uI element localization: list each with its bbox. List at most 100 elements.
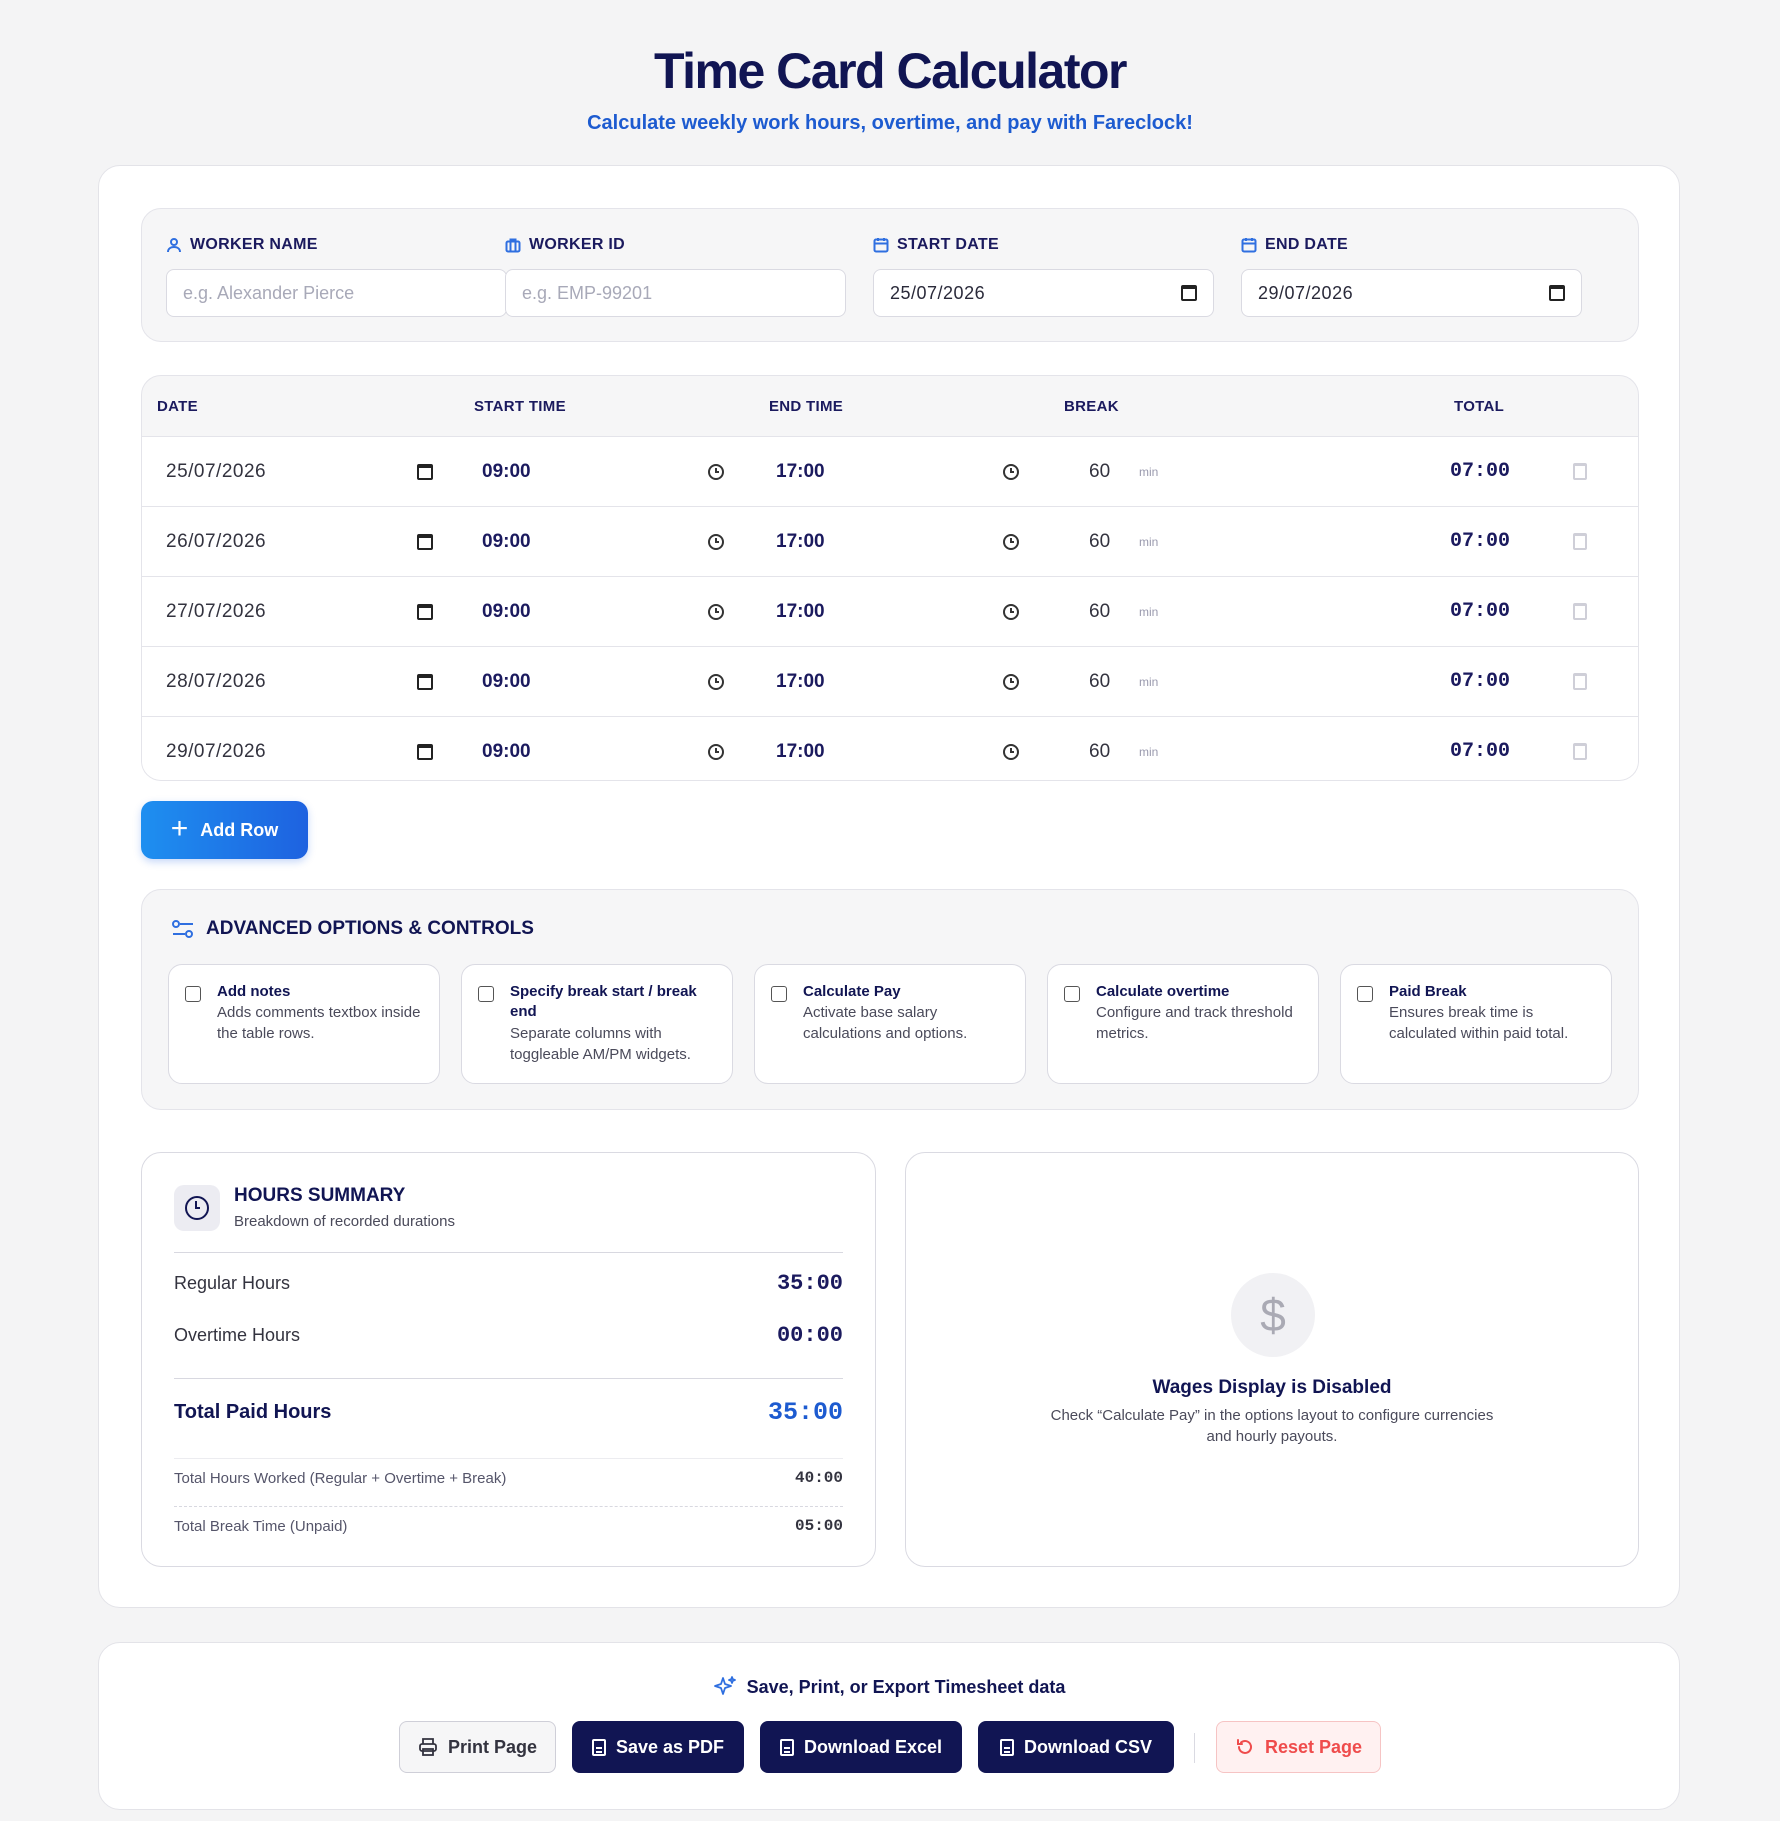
col-total: TOTAL bbox=[1454, 397, 1505, 415]
start-time-input[interactable]: 09:00 bbox=[482, 577, 531, 646]
end-time-input[interactable]: 17:00 bbox=[776, 577, 825, 646]
calendar-icon-cell[interactable] bbox=[417, 507, 433, 576]
sparkles-icon bbox=[713, 1676, 736, 1695]
clock-icon-cell[interactable] bbox=[708, 647, 724, 716]
clock-icon-cell[interactable] bbox=[1003, 437, 1019, 506]
end-time-input[interactable]: 17:00 bbox=[776, 437, 825, 506]
start-time-input[interactable]: 09:00 bbox=[482, 507, 531, 576]
trash-icon[interactable] bbox=[1573, 603, 1587, 620]
summary-icon-box bbox=[174, 1185, 220, 1231]
clock-icon[interactable] bbox=[708, 533, 724, 550]
option-card[interactable]: Calculate Pay Activate base salary calcul… bbox=[754, 964, 1026, 1084]
delete-row-button[interactable] bbox=[1573, 647, 1587, 716]
calendar-icon-cell[interactable] bbox=[417, 717, 433, 780]
delete-row-button[interactable] bbox=[1573, 507, 1587, 576]
clock-icon-cell[interactable] bbox=[1003, 717, 1019, 780]
total-paid-value: 35:00 bbox=[767, 1398, 843, 1427]
break-input[interactable]: 60 bbox=[1089, 577, 1110, 646]
download-excel-button[interactable]: Download Excel bbox=[760, 1721, 962, 1773]
worker-name-field: WORKER NAME e.g. Alexander Pierce bbox=[166, 235, 507, 317]
time-entries-table: DATE START TIME END TIME BREAK TOTAL 25/… bbox=[141, 375, 1639, 781]
calendar-picker-icon[interactable] bbox=[1549, 285, 1565, 301]
delete-row-button[interactable] bbox=[1573, 577, 1587, 646]
clock-icon-cell[interactable] bbox=[708, 577, 724, 646]
calendar-picker-icon[interactable] bbox=[1181, 285, 1197, 301]
calendar-icon-cell[interactable] bbox=[417, 577, 433, 646]
calendar-icon[interactable] bbox=[417, 463, 433, 480]
calendar-icon-cell[interactable] bbox=[417, 437, 433, 506]
clock-icon[interactable] bbox=[1003, 603, 1019, 620]
download-csv-button[interactable]: Download CSV bbox=[978, 1721, 1174, 1773]
clock-icon-cell[interactable] bbox=[1003, 577, 1019, 646]
table-row: 27/07/2026 09:00 17:00 60 min 07:00 bbox=[142, 577, 1638, 647]
clock-icon[interactable] bbox=[1003, 743, 1019, 760]
option-checkbox[interactable] bbox=[1064, 986, 1080, 1002]
advanced-options-title: ADVANCED OPTIONS & CONTROLS bbox=[206, 918, 534, 939]
date-input[interactable]: 25/07/2026 bbox=[166, 437, 266, 506]
clock-icon-cell[interactable] bbox=[708, 507, 724, 576]
start-date-input[interactable]: 25/07/2026 bbox=[873, 269, 1214, 317]
option-title: Calculate overtime bbox=[1096, 983, 1230, 1000]
calendar-icon[interactable] bbox=[417, 603, 433, 620]
trash-icon[interactable] bbox=[1573, 533, 1587, 550]
option-card[interactable]: Paid Break Ensures break time is calculat… bbox=[1340, 964, 1612, 1084]
wages-description: Check “Calculate Pay” in the options lay… bbox=[1050, 1407, 1494, 1445]
break-input[interactable]: 60 bbox=[1089, 507, 1110, 576]
save-pdf-button[interactable]: Save as PDF bbox=[572, 1721, 744, 1773]
clock-icon-cell[interactable] bbox=[708, 437, 724, 506]
end-time-input[interactable]: 17:00 bbox=[776, 647, 825, 716]
calendar-icon-cell[interactable] bbox=[417, 647, 433, 716]
clock-icon-cell[interactable] bbox=[1003, 647, 1019, 716]
divider bbox=[174, 1506, 843, 1507]
calendar-icon[interactable] bbox=[417, 673, 433, 690]
export-heading: Save, Print, or Export Timesheet data bbox=[746, 1676, 1066, 1697]
clock-icon[interactable] bbox=[708, 463, 724, 480]
start-time-input[interactable]: 09:00 bbox=[482, 717, 531, 780]
add-row-button[interactable]: + Add Row bbox=[141, 801, 308, 859]
clock-icon-cell[interactable] bbox=[708, 717, 724, 780]
reset-page-button[interactable]: Reset Page bbox=[1216, 1721, 1381, 1773]
reset-page-label: Reset Page bbox=[1264, 1736, 1363, 1757]
start-time-input[interactable]: 09:00 bbox=[482, 647, 531, 716]
clock-icon[interactable] bbox=[1003, 463, 1019, 480]
end-time-input[interactable]: 17:00 bbox=[776, 507, 825, 576]
clock-icon-cell[interactable] bbox=[1003, 507, 1019, 576]
date-input[interactable]: 28/07/2026 bbox=[166, 647, 266, 716]
start-time-input[interactable]: 09:00 bbox=[482, 437, 531, 506]
break-unit: min bbox=[1139, 744, 1159, 759]
date-input[interactable]: 29/07/2026 bbox=[166, 717, 266, 780]
calendar-icon[interactable] bbox=[417, 743, 433, 760]
worker-id-input[interactable]: e.g. EMP-99201 bbox=[505, 269, 846, 317]
break-input[interactable]: 60 bbox=[1089, 437, 1110, 506]
print-page-button[interactable]: Print Page bbox=[399, 1721, 556, 1773]
break-unit: min bbox=[1139, 674, 1159, 689]
hours-worked-label: Total Hours Worked (Regular + Overtime +… bbox=[174, 1469, 507, 1487]
delete-row-button[interactable] bbox=[1573, 717, 1587, 780]
option-card[interactable]: Add notes Adds comments textbox inside th… bbox=[168, 964, 440, 1084]
clock-icon[interactable] bbox=[1003, 673, 1019, 690]
trash-icon[interactable] bbox=[1573, 673, 1587, 690]
delete-row-button[interactable] bbox=[1573, 437, 1587, 506]
option-checkbox[interactable] bbox=[1357, 986, 1373, 1002]
option-checkbox[interactable] bbox=[771, 986, 787, 1002]
break-input[interactable]: 60 bbox=[1089, 647, 1110, 716]
break-input[interactable]: 60 bbox=[1089, 717, 1110, 780]
date-input[interactable]: 27/07/2026 bbox=[166, 577, 266, 646]
date-input[interactable]: 26/07/2026 bbox=[166, 507, 266, 576]
clock-icon[interactable] bbox=[708, 673, 724, 690]
clock-icon[interactable] bbox=[1003, 533, 1019, 550]
option-card[interactable]: Calculate overtime Configure and track th… bbox=[1047, 964, 1319, 1084]
end-time-input[interactable]: 17:00 bbox=[776, 717, 825, 780]
trash-icon[interactable] bbox=[1573, 743, 1587, 760]
table-row: 29/07/2026 09:00 17:00 60 min 07:00 bbox=[142, 717, 1638, 780]
clock-icon[interactable] bbox=[708, 603, 724, 620]
calendar-icon[interactable] bbox=[417, 533, 433, 550]
clock-icon[interactable] bbox=[708, 743, 724, 760]
worker-name-input[interactable]: e.g. Alexander Pierce bbox=[166, 269, 507, 317]
trash-icon[interactable] bbox=[1573, 463, 1587, 480]
option-card[interactable]: Specify break start / break end Separate … bbox=[461, 964, 733, 1084]
end-date-input[interactable]: 29/07/2026 bbox=[1241, 269, 1582, 317]
option-checkbox[interactable] bbox=[478, 986, 494, 1002]
overtime-hours-label: Overtime Hours bbox=[174, 1325, 301, 1345]
option-checkbox[interactable] bbox=[185, 986, 201, 1002]
